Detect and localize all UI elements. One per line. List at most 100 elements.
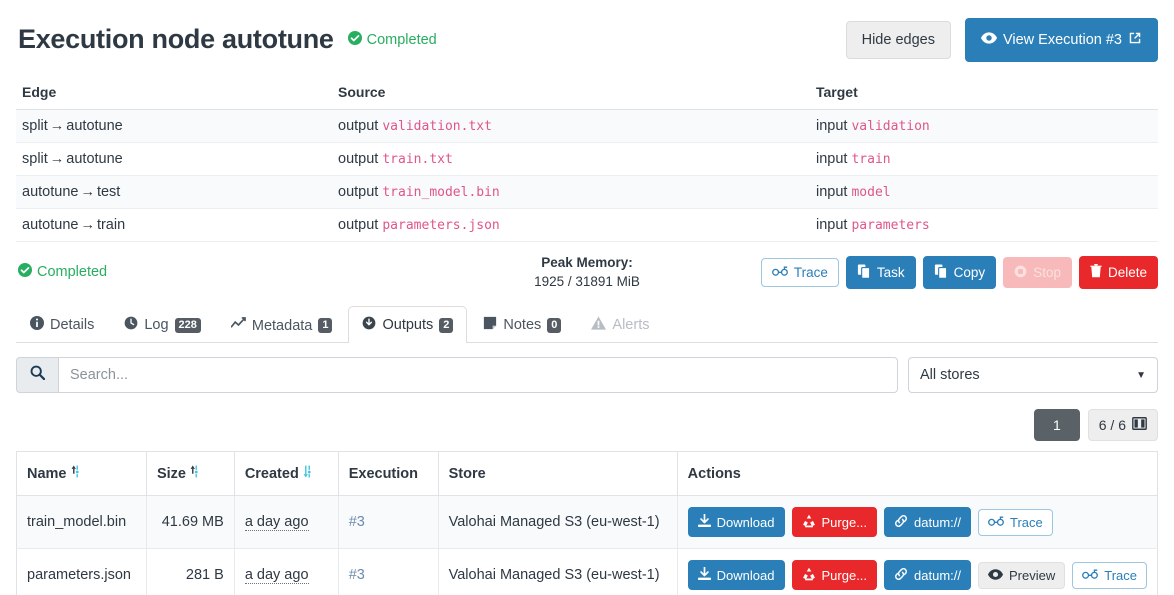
store-filter-select[interactable]: All stores ▼ <box>908 357 1158 393</box>
col-header-execution[interactable]: Execution <box>338 451 439 496</box>
copy-icon <box>857 263 871 282</box>
task-button[interactable]: Task <box>845 255 916 289</box>
page-number-button[interactable]: 1 <box>1033 409 1080 441</box>
search-group <box>16 357 898 393</box>
trace-button[interactable]: Trace <box>978 508 1053 536</box>
output-created[interactable]: a day ago <box>244 567 309 584</box>
col-header-size[interactable]: Size <box>146 451 235 496</box>
execution-node-page: Execution node autotune Completed Hide e… <box>0 0 1174 595</box>
tab-outputs[interactable]: Outputs 2 <box>348 306 468 343</box>
search-icon-box[interactable] <box>16 357 58 393</box>
tab-details[interactable]: Details <box>16 306 108 343</box>
target-kind: input <box>816 150 848 167</box>
filter-row: All stores ▼ <box>16 357 1158 393</box>
source-cell: output validation.txt <box>332 109 810 143</box>
output-name: parameters.json <box>16 548 147 595</box>
download-label: Download <box>716 567 775 583</box>
datum-uri-button[interactable]: datum:// <box>884 560 971 590</box>
sort-icon <box>190 465 199 482</box>
target-kind: input <box>816 183 848 200</box>
col-header-actions: Actions <box>677 451 1158 496</box>
table-row: autotune → train output parameters.json in… <box>16 208 1158 242</box>
output-store: Valohai Managed S3 (eu-west-1) <box>438 495 678 549</box>
search-icon <box>30 365 46 385</box>
trace-button[interactable]: Trace <box>1072 561 1147 589</box>
tab-outputs-badge: 2 <box>439 317 454 333</box>
col-header-store[interactable]: Store <box>438 451 678 496</box>
output-actions-cell: Download Purge... <box>677 549 1157 595</box>
copy-icon <box>934 263 948 282</box>
edge-from: split <box>22 150 48 167</box>
preview-button[interactable]: Preview <box>978 561 1066 589</box>
check-circle-icon <box>347 30 362 49</box>
table-row: autotune → test output train_model.bin inp… <box>16 175 1158 209</box>
table-row: parameters.json 281 B a day ago #3 Valoh… <box>16 548 1158 595</box>
col-header-size-label: Size <box>156 465 186 482</box>
col-header-name[interactable]: Name <box>16 451 147 496</box>
hide-edges-button[interactable]: Hide edges <box>845 20 951 59</box>
datum-uri-button[interactable]: datum:// <box>884 507 971 537</box>
tab-log-badge: 228 <box>174 317 201 333</box>
execution-status-bar: Completed Peak Memory: 1925 / 31891 MiB … <box>0 242 1174 300</box>
search-input[interactable] <box>58 357 898 393</box>
execution-link[interactable]: #3 <box>349 514 365 530</box>
columns-icon <box>1132 417 1147 433</box>
arrow-icon: → <box>49 117 65 134</box>
output-created-cell: a day ago <box>234 548 339 595</box>
row-actions: Download Purge... <box>687 560 1147 590</box>
view-execution-button[interactable]: View Execution #3 <box>964 18 1158 62</box>
output-execution-cell: #3 <box>338 495 439 549</box>
edges-col-target: Target <box>810 79 1158 110</box>
table-row: train_model.bin 41.69 MB a day ago #3 Va… <box>16 495 1158 549</box>
trace-icon <box>771 266 788 280</box>
edges-table: Edge Source Target split → autotune output… <box>16 79 1158 242</box>
datum-uri-label: datum:// <box>914 514 961 530</box>
result-count-box[interactable]: 6 / 6 <box>1087 409 1158 441</box>
target-name: train <box>851 151 891 167</box>
source-name: train.txt <box>382 151 453 167</box>
edge-from: autotune <box>22 216 79 233</box>
store-filter-value: All stores <box>920 367 980 383</box>
target-name: model <box>851 184 891 200</box>
col-header-name-label: Name <box>27 465 67 482</box>
trace-icon <box>1082 569 1099 582</box>
tab-log[interactable]: Log 228 <box>110 306 215 343</box>
download-button[interactable]: Download <box>687 560 785 590</box>
external-link-icon <box>1128 31 1142 49</box>
target-kind: input <box>816 216 848 233</box>
edge-cell: split → autotune <box>16 142 332 176</box>
trash-icon <box>1090 264 1102 281</box>
target-cell: input parameters <box>810 208 1158 242</box>
output-created-cell: a day ago <box>234 495 339 549</box>
copy-label: Copy <box>953 264 986 280</box>
stop-button[interactable]: Stop <box>1003 256 1072 288</box>
purge-button[interactable]: Purge... <box>791 507 878 537</box>
edge-cell: autotune → test <box>16 175 332 209</box>
pagination: 1 6 / 6 <box>16 409 1158 441</box>
edge-cell: autotune → train <box>16 208 332 242</box>
download-circle-icon <box>362 316 376 334</box>
link-icon <box>894 514 908 530</box>
tab-notes[interactable]: Notes 0 <box>469 306 575 343</box>
col-header-created[interactable]: Created <box>234 451 339 496</box>
execution-status-badge: Completed <box>18 263 107 281</box>
result-count-label: 6 / 6 <box>1098 417 1126 433</box>
tab-metadata-label: Metadata <box>251 317 313 334</box>
purge-button[interactable]: Purge... <box>791 560 878 590</box>
header-status-label: Completed <box>366 31 437 48</box>
execution-link[interactable]: #3 <box>349 567 365 583</box>
edges-col-edge: Edge <box>16 79 332 110</box>
copy-button[interactable]: Copy <box>922 255 997 289</box>
stop-icon <box>1014 265 1027 281</box>
tab-metadata[interactable]: Metadata 1 <box>217 307 347 343</box>
table-row: split → autotune output train.txt input tr… <box>16 142 1158 176</box>
page-header: Execution node autotune Completed Hide e… <box>0 0 1174 76</box>
source-kind: output <box>338 183 379 200</box>
download-button[interactable]: Download <box>687 507 785 537</box>
output-created[interactable]: a day ago <box>244 514 309 531</box>
outputs-header-row: Name Size Created Execution Store Action… <box>16 451 1158 496</box>
tab-bar: Details Log 228 Metadata 1 Outputs 2 Not… <box>16 305 1158 343</box>
delete-button[interactable]: Delete <box>1078 256 1158 289</box>
trace-button[interactable]: Trace <box>760 257 839 287</box>
peak-memory-label: Peak Memory: <box>541 254 633 270</box>
